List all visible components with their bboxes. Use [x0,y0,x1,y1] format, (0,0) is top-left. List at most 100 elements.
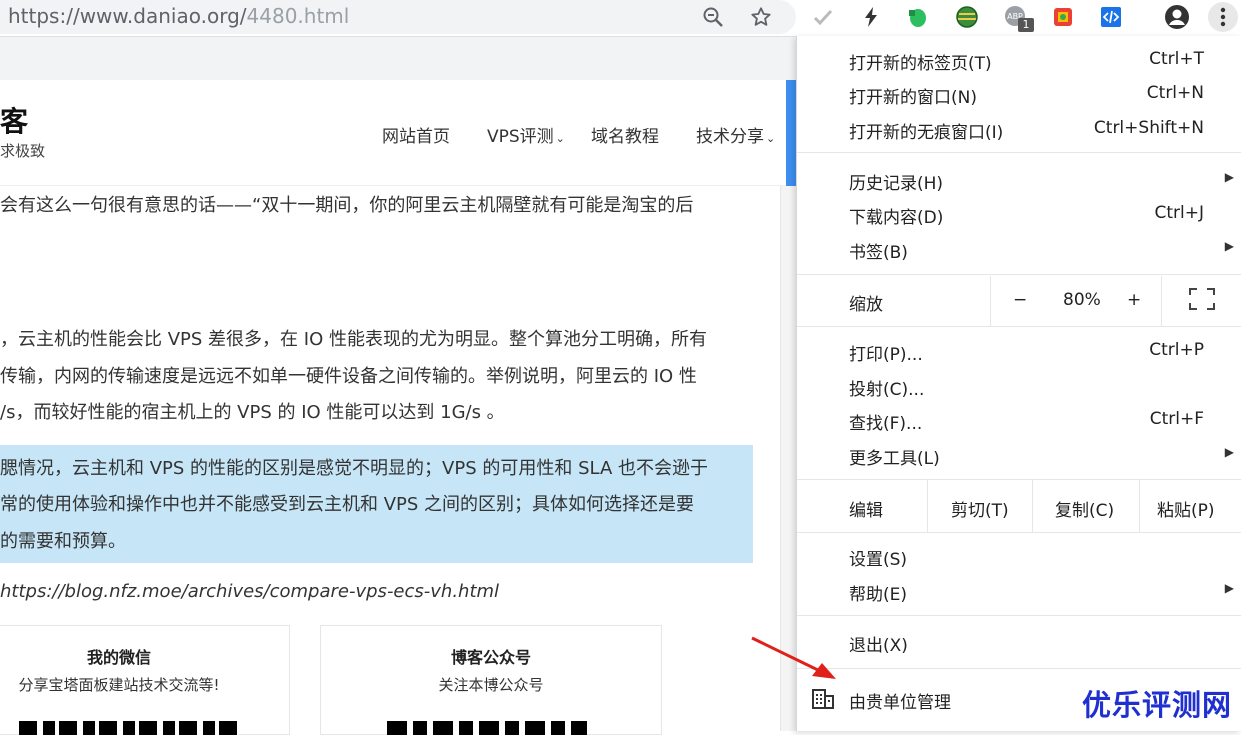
browser-menu: 打开新的标签页(T) Ctrl+T 打开新的窗口(N) Ctrl+N 打开新的无… [796,36,1241,731]
submenu-arrow-icon: ▶ [1224,581,1234,595]
watermark: 优乐评测网 [1082,688,1233,722]
fullscreen-icon[interactable] [1189,288,1215,314]
menu-divider [797,615,1241,616]
menu-label: 更多工具(L) [849,449,940,469]
menu-item-find[interactable]: 查找(F)... Ctrl+F [797,403,1241,437]
zoom-icon[interactable] [698,2,728,32]
menu-edit-row: 编辑 剪切(T) 复制(C) 粘贴(P) [797,490,1241,524]
menu-item-history[interactable]: 历史记录(H) ▶ [797,163,1241,197]
menu-shortcut: Ctrl+Shift+N [1093,118,1204,138]
menu-item-bookmarks[interactable]: 书签(B) ▶ [797,232,1241,266]
zoom-in-button[interactable]: + [1127,290,1141,310]
menu-item-exit[interactable]: 退出(X) [797,625,1241,659]
menu-item-incognito[interactable]: 打开新的无痕窗口(I) Ctrl+Shift+N [797,112,1241,146]
menu-divider [797,479,1241,480]
evernote-extension-icon[interactable] [902,2,932,32]
menu-shortcut: Ctrl+N [1146,83,1204,103]
zoom-out-button[interactable]: − [1013,290,1027,310]
extension-badge: 1 [1018,18,1034,32]
nav-item-tech[interactable]: 技术分享 ⌄ [696,122,775,147]
article-text: 传输，内网的传输速度是远远不如单一硬件设备之间传输的。举例说明，阿里云的 IO … [0,366,697,387]
menu-divider [797,668,1241,669]
menu-label: 编辑 [849,501,883,521]
site-header: 客 求极致 网站首页 VPS评测 ⌄ 域名教程 技术分享 ⌄ [0,80,786,186]
source-link[interactable]: https://blog.nfz.moe/archives/compare-vp… [0,580,499,604]
annotation-arrow-icon [751,636,836,679]
nav-item-home[interactable]: 网站首页 [382,122,450,147]
bookmark-star-icon[interactable] [746,2,776,32]
menu-item-new-tab[interactable]: 打开新的标签页(T) Ctrl+T [797,43,1241,77]
address-bar[interactable]: https://www.daniao.org/4480.html [0,0,796,34]
card-title: 我的微信 [86,648,151,667]
site-title[interactable]: 客 [0,100,28,140]
menu-divider [797,532,1241,533]
nav-item-label: 技术分享 [696,127,764,147]
menu-label: 缩放 [849,295,883,315]
card-subtitle: 分享宝塔面板建站技术交流等! [18,676,220,694]
qr-code [387,721,587,735]
menu-item-settings[interactable]: 设置(S) [797,539,1241,573]
wechat-card: 我的微信 分享宝塔面板建站技术交流等! [0,625,290,735]
menu-shortcut: Ctrl+F [1149,409,1204,429]
menu-item-new-window[interactable]: 打开新的窗口(N) Ctrl+N [797,77,1241,111]
menu-divider [797,326,1241,327]
quote-text: 的需要和预算。 [0,531,126,552]
lightning-extension-icon[interactable] [856,2,886,32]
menu-divider [1161,276,1162,326]
copy-button[interactable]: 复制(C) [1055,496,1114,521]
nav-item-domain[interactable]: 域名教程 [591,122,659,147]
menu-item-more-tools[interactable]: 更多工具(L) ▶ [797,438,1241,472]
card-subtitle: 关注本博公众号 [438,676,544,694]
url-text[interactable]: https://www.daniao.org/4480.html [8,4,349,28]
article-text: 会有这么一句很有意思的话——“双十一期间，你的阿里云主机隔壁就有可能是淘宝的后 [0,195,694,216]
menu-label: 打印(P)... [849,345,923,365]
url-path: 4480.html [246,4,350,28]
paste-button[interactable]: 粘贴(P) [1157,496,1215,521]
menu-label: 退出(X) [849,636,908,656]
quote-block: 腮情况，云主机和 VPS 的性能的区别是感觉不明显的；VPS 的可用性和 SLA… [0,445,753,563]
globe-extension-icon[interactable] [952,2,982,32]
menu-shortcut: Ctrl+J [1154,203,1204,223]
menu-divider [927,480,928,532]
nav-item-vps[interactable]: VPS评测 ⌄ [487,122,565,147]
submenu-arrow-icon: ▶ [1224,445,1234,459]
building-icon [811,686,835,714]
menu-divider [1139,480,1140,532]
qr-code [19,721,239,735]
menu-kebab-icon[interactable] [1208,2,1238,32]
chevron-down-icon: ⌄ [766,132,776,145]
menu-item-cast[interactable]: 投射(C)... [797,369,1241,403]
menu-label: 查找(F)... [849,414,923,434]
cut-button[interactable]: 剪切(T) [951,496,1009,521]
quote-text: 腮情况，云主机和 VPS 的性能的区别是感觉不明显的；VPS 的可用性和 SLA… [0,458,708,479]
card-title: 博客公众号 [450,648,531,667]
nav-item-label: VPS评测 [487,127,554,147]
menu-divider [1032,480,1033,532]
menu-item-downloads[interactable]: 下载内容(D) Ctrl+J [797,197,1241,231]
menu-label: 由贵单位管理 [849,693,951,713]
menu-item-help[interactable]: 帮助(E) ▶ [797,574,1241,608]
colorful-extension-icon[interactable] [1048,2,1078,32]
article-text: ，云主机的性能会比 VPS 差很多，在 IO 性能表现的尤为明显。整个算池分工明… [0,329,707,350]
chevron-down-icon: ⌄ [555,132,565,145]
menu-label: 设置(S) [849,550,908,570]
blog-account-card: 博客公众号 关注本博公众号 [320,625,662,735]
menu-label: 历史记录(H) [849,174,944,194]
devtools-extension-icon[interactable] [1096,2,1126,32]
profile-avatar-icon[interactable] [1162,2,1192,32]
web-page: 客 求极致 网站首页 VPS评测 ⌄ 域名教程 技术分享 ⌄ 会有这么一句很有意思的… [0,80,796,735]
site-tagline: 求极致 [0,142,46,160]
menu-shortcut: Ctrl+P [1149,340,1204,360]
submenu-arrow-icon: ▶ [1224,239,1234,253]
menu-label: 下载内容(D) [849,208,944,228]
menu-label: 打开新的无痕窗口(I) [849,123,1004,143]
checkmark-extension-icon[interactable] [808,2,838,32]
menu-divider [797,152,1241,153]
menu-divider [797,274,1241,275]
menu-shortcut: Ctrl+T [1149,49,1204,69]
menu-label: 打开新的标签页(T) [849,54,992,74]
menu-item-print[interactable]: 打印(P)... Ctrl+P [797,334,1241,368]
bookmarks-bar [0,36,796,80]
menu-divider [990,276,991,326]
menu-label: 投射(C)... [849,380,925,400]
